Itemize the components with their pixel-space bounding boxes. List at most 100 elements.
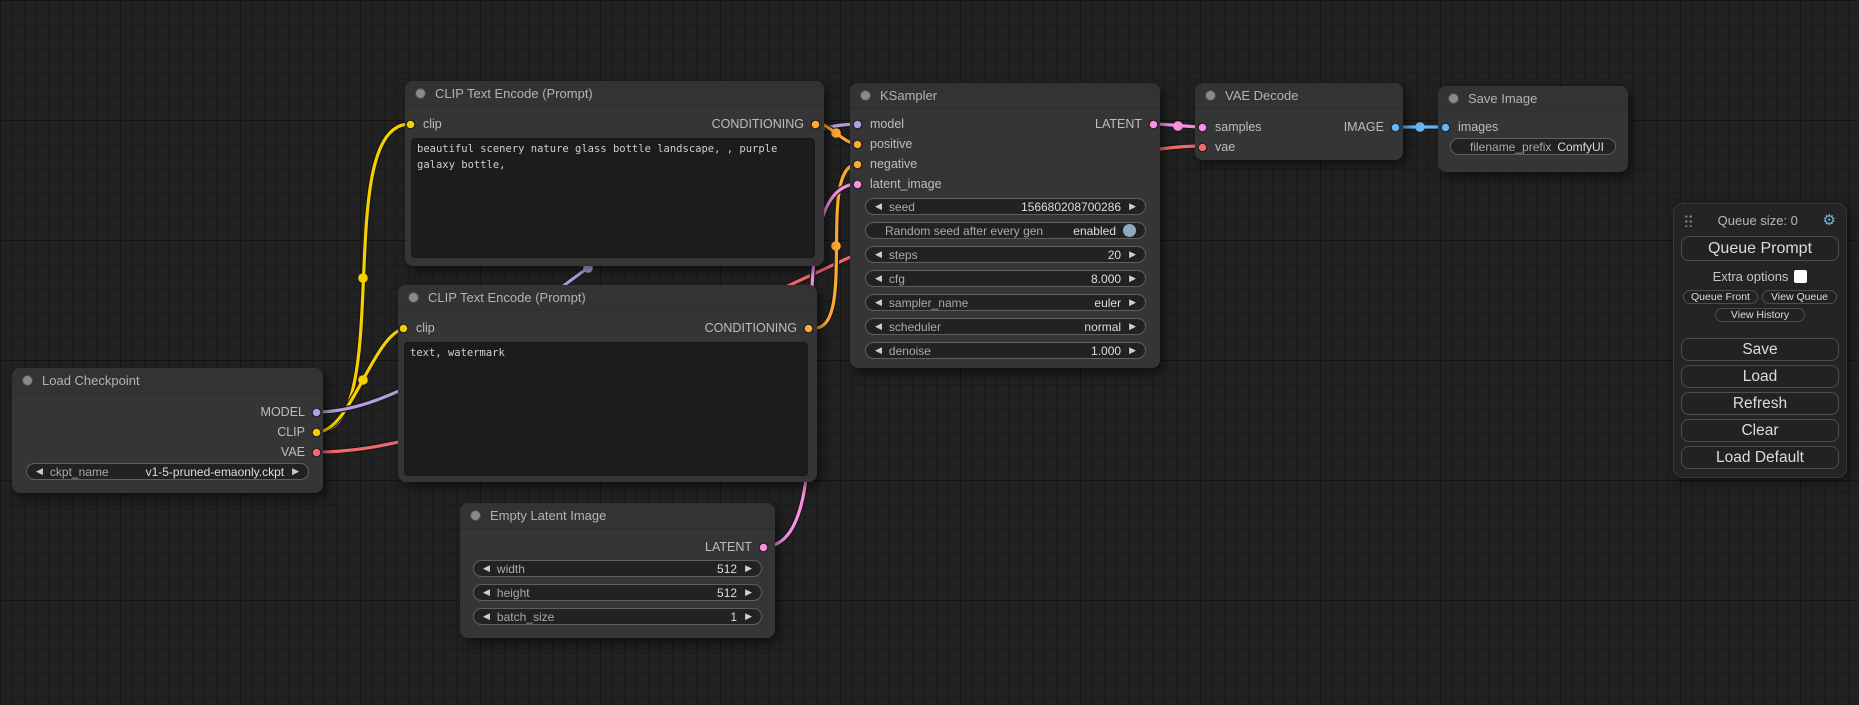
batch-size-widget[interactable]: ◀ batch_size 1 ▶ (473, 608, 762, 625)
height-widget[interactable]: ◀ height 512 ▶ (473, 584, 762, 601)
decrement-arrow-icon[interactable]: ◀ (36, 467, 43, 476)
output-slot-latent: LATENT (466, 537, 769, 557)
output-label: CONDITIONING (705, 321, 797, 335)
increment-arrow-icon[interactable]: ▶ (1129, 298, 1136, 307)
node-vae-decode[interactable]: VAE Decode samples IMAGE vae (1195, 83, 1403, 160)
save-button[interactable]: Save (1681, 338, 1839, 361)
ckpt-name-widget[interactable]: ◀ ckpt_name v1-5-pruned-emaonly.ckpt ▶ (26, 463, 309, 480)
node-titlebar[interactable]: VAE Decode (1195, 83, 1403, 109)
increment-arrow-icon[interactable]: ▶ (745, 612, 752, 621)
node-title: Save Image (1468, 91, 1537, 106)
model-input-dot[interactable] (852, 119, 863, 130)
decrement-arrow-icon[interactable]: ◀ (483, 564, 490, 573)
node-titlebar[interactable]: CLIP Text Encode (Prompt) (398, 285, 817, 311)
node-ksampler[interactable]: KSampler model LATENT positive negative … (850, 83, 1160, 368)
vae-input-dot[interactable] (1197, 142, 1208, 153)
node-clip-text-encode-positive[interactable]: CLIP Text Encode (Prompt) clip CONDITION… (405, 81, 824, 266)
view-queue-button[interactable]: View Queue (1762, 290, 1837, 304)
decrement-arrow-icon[interactable]: ◀ (875, 322, 882, 331)
cfg-widget[interactable]: ◀ cfg 8.000 ▶ (865, 270, 1146, 287)
increment-arrow-icon[interactable]: ▶ (745, 564, 752, 573)
view-history-button[interactable]: View History (1715, 308, 1805, 322)
link-midpoint-dot (358, 375, 368, 385)
decrement-arrow-icon[interactable]: ◀ (875, 250, 882, 259)
extra-options-checkbox[interactable] (1794, 270, 1807, 283)
decrement-arrow-icon[interactable]: ◀ (875, 346, 882, 355)
drag-handle-icon[interactable] (1684, 214, 1693, 227)
node-load-checkpoint[interactable]: Load Checkpoint MODEL CLIP VAE ◀ ckpt_na… (12, 368, 323, 493)
node-titlebar[interactable]: Empty Latent Image (460, 503, 775, 529)
collapse-dot-icon[interactable] (408, 292, 419, 303)
settings-gear-icon[interactable]: ⚙ (1823, 213, 1836, 228)
positive-prompt-textarea[interactable]: beautiful scenery nature glass bottle la… (411, 138, 815, 258)
random-seed-widget[interactable]: Random seed after every gen enabled (865, 222, 1146, 239)
positive-input-dot[interactable] (852, 139, 863, 150)
node-title: Load Checkpoint (42, 373, 140, 388)
negative-input-dot[interactable] (852, 159, 863, 170)
queue-prompt-button[interactable]: Queue Prompt (1681, 236, 1839, 261)
input-label: vae (1215, 140, 1235, 154)
collapse-dot-icon[interactable] (470, 510, 481, 521)
widget-value: euler (1094, 296, 1121, 310)
sampler-name-widget[interactable]: ◀ sampler_name euler ▶ (865, 294, 1146, 311)
clip-input-dot[interactable] (398, 323, 409, 334)
steps-widget[interactable]: ◀ steps 20 ▶ (865, 246, 1146, 263)
node-empty-latent-image[interactable]: Empty Latent Image LATENT ◀ width 512 ▶ … (460, 503, 775, 638)
link-clip-to-negative-prompt[interactable] (317, 328, 408, 432)
image-output-dot[interactable] (1390, 122, 1401, 133)
decrement-arrow-icon[interactable]: ◀ (483, 588, 490, 597)
scheduler-widget[interactable]: ◀ scheduler normal ▶ (865, 318, 1146, 335)
negative-prompt-textarea[interactable]: text, watermark (404, 342, 808, 476)
latent-output-dot[interactable] (1148, 119, 1159, 130)
images-input-dot[interactable] (1440, 122, 1451, 133)
filename-prefix-widget[interactable]: filename_prefix ComfyUI (1450, 138, 1616, 155)
latent-output-dot[interactable] (758, 542, 769, 553)
seed-widget[interactable]: ◀ seed 156680208700286 ▶ (865, 198, 1146, 215)
widget-value: normal (1084, 320, 1121, 334)
conditioning-output-dot[interactable] (803, 323, 814, 334)
denoise-widget[interactable]: ◀ denoise 1.000 ▶ (865, 342, 1146, 359)
slot-row: negative (852, 154, 1159, 174)
node-titlebar[interactable]: CLIP Text Encode (Prompt) (405, 81, 824, 107)
load-button[interactable]: Load (1681, 365, 1839, 388)
collapse-dot-icon[interactable] (860, 90, 871, 101)
collapse-dot-icon[interactable] (22, 375, 33, 386)
load-default-button[interactable]: Load Default (1681, 446, 1839, 469)
node-titlebar[interactable]: Save Image (1438, 86, 1628, 112)
increment-arrow-icon[interactable]: ▶ (1129, 250, 1136, 259)
increment-arrow-icon[interactable]: ▶ (1129, 346, 1136, 355)
collapse-dot-icon[interactable] (1205, 90, 1216, 101)
vae-output-dot[interactable] (311, 447, 322, 458)
node-graph-canvas[interactable]: Load Checkpoint MODEL CLIP VAE ◀ ckpt_na… (0, 0, 1859, 705)
collapse-dot-icon[interactable] (1448, 93, 1459, 104)
node-title: VAE Decode (1225, 88, 1298, 103)
increment-arrow-icon[interactable]: ▶ (1129, 322, 1136, 331)
decrement-arrow-icon[interactable]: ◀ (875, 298, 882, 307)
latent-image-input-dot[interactable] (852, 179, 863, 190)
decrement-arrow-icon[interactable]: ◀ (483, 612, 490, 621)
increment-arrow-icon[interactable]: ▶ (745, 588, 752, 597)
node-titlebar[interactable]: Load Checkpoint (12, 368, 323, 394)
collapse-dot-icon[interactable] (415, 88, 426, 99)
increment-arrow-icon[interactable]: ▶ (1129, 202, 1136, 211)
node-titlebar[interactable]: KSampler (850, 83, 1160, 109)
link-clip-to-positive-prompt[interactable] (317, 124, 410, 432)
conditioning-output-dot[interactable] (810, 119, 821, 130)
clip-output-dot[interactable] (311, 427, 322, 438)
clip-input-dot[interactable] (405, 119, 416, 130)
refresh-button[interactable]: Refresh (1681, 392, 1839, 415)
increment-arrow-icon[interactable]: ▶ (1129, 274, 1136, 283)
increment-arrow-icon[interactable]: ▶ (292, 467, 299, 476)
node-clip-text-encode-negative[interactable]: CLIP Text Encode (Prompt) clip CONDITION… (398, 285, 817, 482)
output-label: MODEL (261, 405, 305, 419)
width-widget[interactable]: ◀ width 512 ▶ (473, 560, 762, 577)
queue-front-button[interactable]: Queue Front (1683, 290, 1758, 304)
samples-input-dot[interactable] (1197, 122, 1208, 133)
decrement-arrow-icon[interactable]: ◀ (875, 274, 882, 283)
random-seed-toggle-icon[interactable] (1123, 224, 1136, 237)
clear-button[interactable]: Clear (1681, 419, 1839, 442)
decrement-arrow-icon[interactable]: ◀ (875, 202, 882, 211)
model-output-dot[interactable] (311, 407, 322, 418)
widget-value: 1 (730, 610, 737, 624)
node-save-image[interactable]: Save Image images filename_prefix ComfyU… (1438, 86, 1628, 172)
